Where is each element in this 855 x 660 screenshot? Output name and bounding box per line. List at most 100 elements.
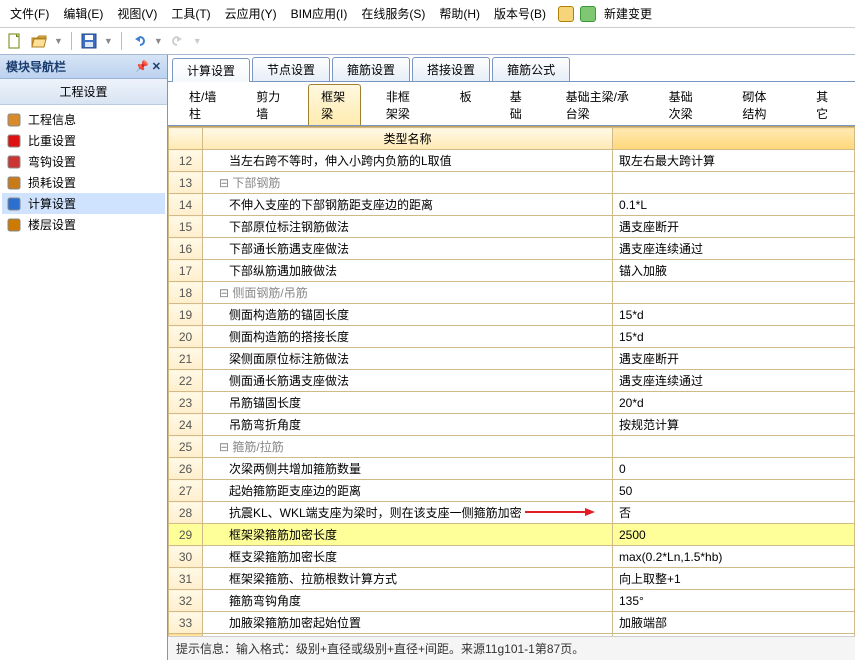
grid-row[interactable]: 24 吊筋弯折角度按规范计算 [169, 414, 855, 436]
row-name[interactable]: 箍筋弯钩角度 [203, 590, 613, 612]
row-val[interactable]: 2500 [613, 524, 855, 546]
grid-row[interactable]: 17 下部纵筋遇加腋做法锚入加腋 [169, 260, 855, 282]
row-name[interactable]: 框支梁箍筋加密长度 [203, 546, 613, 568]
menu-view[interactable]: 视图(V) [111, 3, 163, 24]
menu-online[interactable]: 在线服务(S) [355, 3, 431, 24]
row-val[interactable]: 按规范计算 [613, 414, 855, 436]
row-val[interactable]: max(0.2*Ln,1.5*hb) [613, 546, 855, 568]
menu-help[interactable]: 帮助(H) [433, 3, 486, 24]
menu-file[interactable]: 文件(F) [4, 3, 55, 24]
grid-row[interactable]: 15 下部原位标注钢筋做法遇支座断开 [169, 216, 855, 238]
pin-icon[interactable]: 📌 ✕ [135, 60, 161, 73]
dropdown-icon[interactable]: ▼ [54, 36, 63, 46]
row-val[interactable]: 锚入加腋 [613, 260, 855, 282]
grid-row[interactable]: 20 侧面构造筋的搭接长度15*d [169, 326, 855, 348]
row-name[interactable]: 吊筋弯折角度 [203, 414, 613, 436]
row-name[interactable]: 侧面通长筋遇支座做法 [203, 370, 613, 392]
row-val[interactable] [613, 172, 855, 194]
save-icon[interactable] [80, 32, 98, 50]
row-name[interactable]: ⊟ 侧面钢筋/吊筋 [203, 282, 613, 304]
grid-row[interactable]: 23 吊筋锚固长度20*d [169, 392, 855, 414]
tab2-8[interactable]: 砌体结构 [729, 84, 791, 125]
grid-row[interactable]: 26 次梁两侧共增加箍筋数量0 [169, 458, 855, 480]
tab2-0[interactable]: 柱/墙柱 [176, 84, 231, 125]
row-val[interactable]: 50 [613, 480, 855, 502]
grid-row[interactable]: 33 加腋梁箍筋加密起始位置加腋端部 [169, 612, 855, 634]
row-name[interactable]: 下部原位标注钢筋做法 [203, 216, 613, 238]
row-val[interactable]: 向上取整+1 [613, 568, 855, 590]
sidebar-item-4[interactable]: 计算设置 [2, 193, 165, 214]
row-val[interactable] [613, 436, 855, 458]
tab2-2[interactable]: 框架梁 [308, 84, 361, 125]
dropdown-icon[interactable]: ▼ [154, 36, 163, 46]
row-val[interactable]: 135° [613, 590, 855, 612]
row-name[interactable]: ⊟ 下部钢筋 [203, 172, 613, 194]
row-name[interactable]: 梁侧面原位标注筋做法 [203, 348, 613, 370]
grid-row[interactable]: 18 ⊟ 侧面钢筋/吊筋 [169, 282, 855, 304]
row-val[interactable]: 取左右最大跨计算 [613, 150, 855, 172]
grid-row[interactable]: 30 框支梁箍筋加密长度max(0.2*Ln,1.5*hb) [169, 546, 855, 568]
menu-edit[interactable]: 编辑(E) [57, 3, 109, 24]
new-icon[interactable] [6, 32, 24, 50]
row-name[interactable]: 次梁两侧共增加箍筋数量 [203, 458, 613, 480]
row-name[interactable]: 下部通长筋遇支座做法 [203, 238, 613, 260]
row-name[interactable]: 不伸入支座的下部钢筋距支座边的距离 [203, 194, 613, 216]
sidebar-item-0[interactable]: 工程信息 [2, 109, 165, 130]
row-val[interactable]: 15*d [613, 304, 855, 326]
newchange-label[interactable]: 新建变更 [598, 3, 658, 24]
grid-row[interactable]: 31 框架梁箍筋、拉筋根数计算方式向上取整+1 [169, 568, 855, 590]
row-name[interactable]: 侧面构造筋的搭接长度 [203, 326, 613, 348]
tab1-4[interactable]: 箍筋公式 [492, 57, 570, 81]
grid-row[interactable]: 29 框架梁箍筋加密长度2500 [169, 524, 855, 546]
row-name[interactable]: 框架梁箍筋、拉筋根数计算方式 [203, 568, 613, 590]
row-val[interactable]: 0.1*L [613, 194, 855, 216]
grid-row[interactable]: 14 不伸入支座的下部钢筋距支座边的距离0.1*L [169, 194, 855, 216]
menu-version[interactable]: 版本号(B) [488, 3, 552, 24]
row-val[interactable]: 遇支座断开 [613, 216, 855, 238]
row-val[interactable]: 遇支座连续通过 [613, 370, 855, 392]
row-name[interactable]: 框架梁箍筋加密长度 [203, 524, 613, 546]
grid-row[interactable]: 12 当左右跨不等时，伸入小跨内负筋的L取值取左右最大跨计算 [169, 150, 855, 172]
tab2-6[interactable]: 基础主梁/承台梁 [553, 84, 644, 125]
row-val[interactable]: 15*d [613, 326, 855, 348]
row-val[interactable]: 遇支座断开 [613, 348, 855, 370]
grid-row[interactable]: 19 侧面构造筋的锚固长度15*d [169, 304, 855, 326]
grid-row[interactable]: 16 下部通长筋遇支座做法遇支座连续通过 [169, 238, 855, 260]
row-name[interactable]: ⊟ 箍筋/拉筋 [203, 436, 613, 458]
grid-row[interactable]: 22 侧面通长筋遇支座做法遇支座连续通过 [169, 370, 855, 392]
tab2-9[interactable]: 其它 [803, 84, 847, 125]
menu-tool[interactable]: 工具(T) [165, 3, 216, 24]
row-val[interactable]: 否 [613, 502, 855, 524]
grid-row[interactable]: 28 抗震KL、WKL端支座为梁时，则在该支座一侧箍筋加密 否 [169, 502, 855, 524]
grid-row[interactable]: 13 ⊟ 下部钢筋 [169, 172, 855, 194]
row-val[interactable]: 0 [613, 458, 855, 480]
undo-icon[interactable] [130, 32, 148, 50]
tab2-7[interactable]: 基础次梁 [656, 84, 718, 125]
row-name[interactable]: 加腋梁箍筋加密起始位置 [203, 612, 613, 634]
grid-row[interactable]: 25 ⊟ 箍筋/拉筋 [169, 436, 855, 458]
row-val[interactable]: 加腋端部 [613, 612, 855, 634]
helmet-icon[interactable] [558, 6, 574, 22]
tab1-1[interactable]: 节点设置 [252, 57, 330, 81]
tab2-5[interactable]: 基础 [497, 84, 541, 125]
tab2-1[interactable]: 剪力墙 [243, 84, 296, 125]
sidebar-section[interactable]: 工程设置 [0, 79, 167, 105]
tab2-3[interactable]: 非框架梁 [373, 84, 435, 125]
grid-row[interactable]: 21 梁侧面原位标注筋做法遇支座断开 [169, 348, 855, 370]
grid-row[interactable]: 27 起始箍筋距支座边的距离50 [169, 480, 855, 502]
menu-cloud[interactable]: 云应用(Y) [219, 3, 283, 24]
sidebar-item-2[interactable]: 弯钩设置 [2, 151, 165, 172]
tab1-3[interactable]: 搭接设置 [412, 57, 490, 81]
row-name[interactable]: 当左右跨不等时，伸入小跨内负筋的L取值 [203, 150, 613, 172]
newchange-icon[interactable] [580, 6, 596, 22]
row-name[interactable]: 下部纵筋遇加腋做法 [203, 260, 613, 282]
row-val[interactable] [613, 282, 855, 304]
open-icon[interactable] [30, 32, 48, 50]
sidebar-item-5[interactable]: 楼层设置 [2, 214, 165, 235]
grid-area[interactable]: 类型名称 12 当左右跨不等时，伸入小跨内负筋的L取值取左右最大跨计算13 ⊟ … [168, 126, 855, 636]
tab1-0[interactable]: 计算设置 [172, 58, 250, 82]
row-name[interactable]: 侧面构造筋的锚固长度 [203, 304, 613, 326]
grid-row[interactable]: 32 箍筋弯钩角度135° [169, 590, 855, 612]
tab2-4[interactable]: 板 [447, 84, 485, 125]
row-name[interactable]: 起始箍筋距支座边的距离 [203, 480, 613, 502]
